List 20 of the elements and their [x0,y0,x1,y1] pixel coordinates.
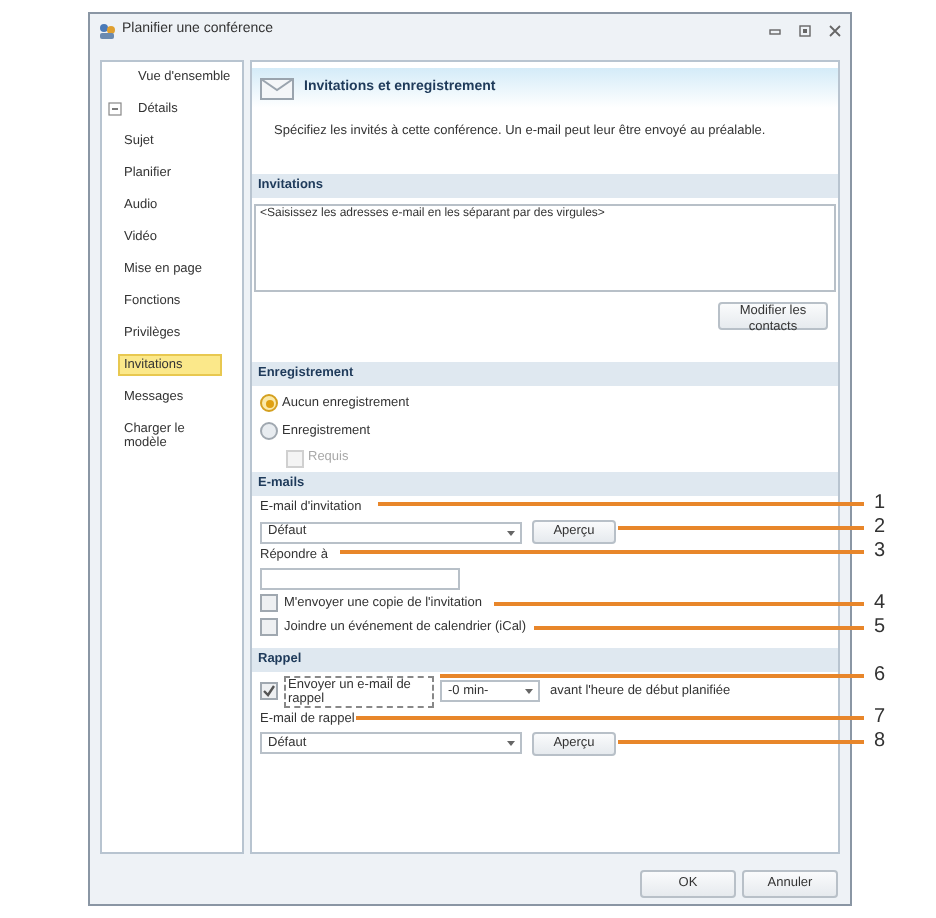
callout-number: 1 [874,494,886,514]
checkbox[interactable] [260,682,278,700]
callout-number: 5 [874,618,886,638]
checkbox[interactable] [260,594,278,613]
callout-number: 7 [874,708,886,728]
envelope-icon [260,77,294,99]
reply-to-field[interactable] [260,568,460,590]
maximize-icon[interactable] [798,24,812,38]
callout-number: 4 [874,594,886,614]
people-icon [98,22,116,40]
minimize-icon[interactable] [768,24,782,38]
collapse-icon[interactable] [108,102,122,116]
callout-number: 8 [874,732,886,752]
checkbox[interactable] [260,618,278,637]
radio-button[interactable] [260,394,278,413]
close-icon[interactable] [828,24,842,38]
radio-button[interactable] [260,421,278,440]
callout-number: 6 [874,666,886,686]
callout-number: 3 [874,542,886,562]
callout-number: 2 [874,518,886,538]
